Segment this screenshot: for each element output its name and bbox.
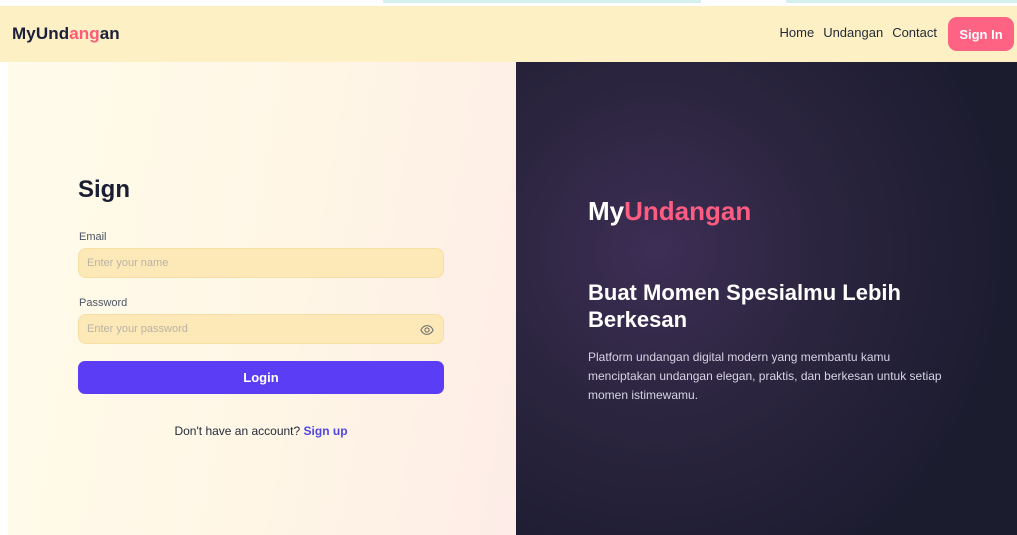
hero-panel: MyUndangan Buat Momen Spesialmu Lebih Be… bbox=[516, 62, 1017, 535]
navbar: MyUndangan Home Undangan Contact Sign In bbox=[0, 6, 1017, 62]
password-label: Password bbox=[79, 297, 128, 309]
hero-heading: Buat Momen Spesialmu Lebih Berkesan bbox=[588, 280, 901, 332]
brand-logo[interactable]: MyUndangan bbox=[12, 24, 120, 44]
signup-prompt-row: Don't have an account? Sign up bbox=[78, 424, 444, 438]
nav-links: Home Undangan Contact bbox=[780, 25, 938, 40]
email-field[interactable] bbox=[79, 249, 443, 277]
signup-prompt: Don't have an account? bbox=[174, 424, 301, 438]
nav-link-home[interactable]: Home bbox=[780, 25, 815, 40]
nav-link-undangan[interactable]: Undangan bbox=[823, 25, 883, 40]
email-label: Email bbox=[79, 231, 107, 243]
nav-link-contact[interactable]: Contact bbox=[892, 25, 937, 40]
form-title: Sign bbox=[78, 176, 130, 203]
email-field-wrapper bbox=[78, 248, 444, 278]
password-field-wrapper bbox=[78, 314, 444, 344]
top-strip-segment bbox=[786, 0, 1017, 3]
hero-description: Platform undangan digital modern yang me… bbox=[588, 350, 942, 402]
password-field[interactable] bbox=[79, 315, 443, 343]
hero-brand: MyUndangan bbox=[588, 196, 752, 226]
sign-in-button[interactable]: Sign In bbox=[948, 17, 1014, 51]
top-strip-segment bbox=[383, 0, 701, 3]
signup-link[interactable]: Sign up bbox=[304, 424, 348, 438]
login-button[interactable]: Login bbox=[78, 361, 444, 394]
sign-in-panel: Sign Email Password Login Don't have an … bbox=[8, 62, 516, 535]
eye-icon[interactable] bbox=[420, 323, 434, 337]
